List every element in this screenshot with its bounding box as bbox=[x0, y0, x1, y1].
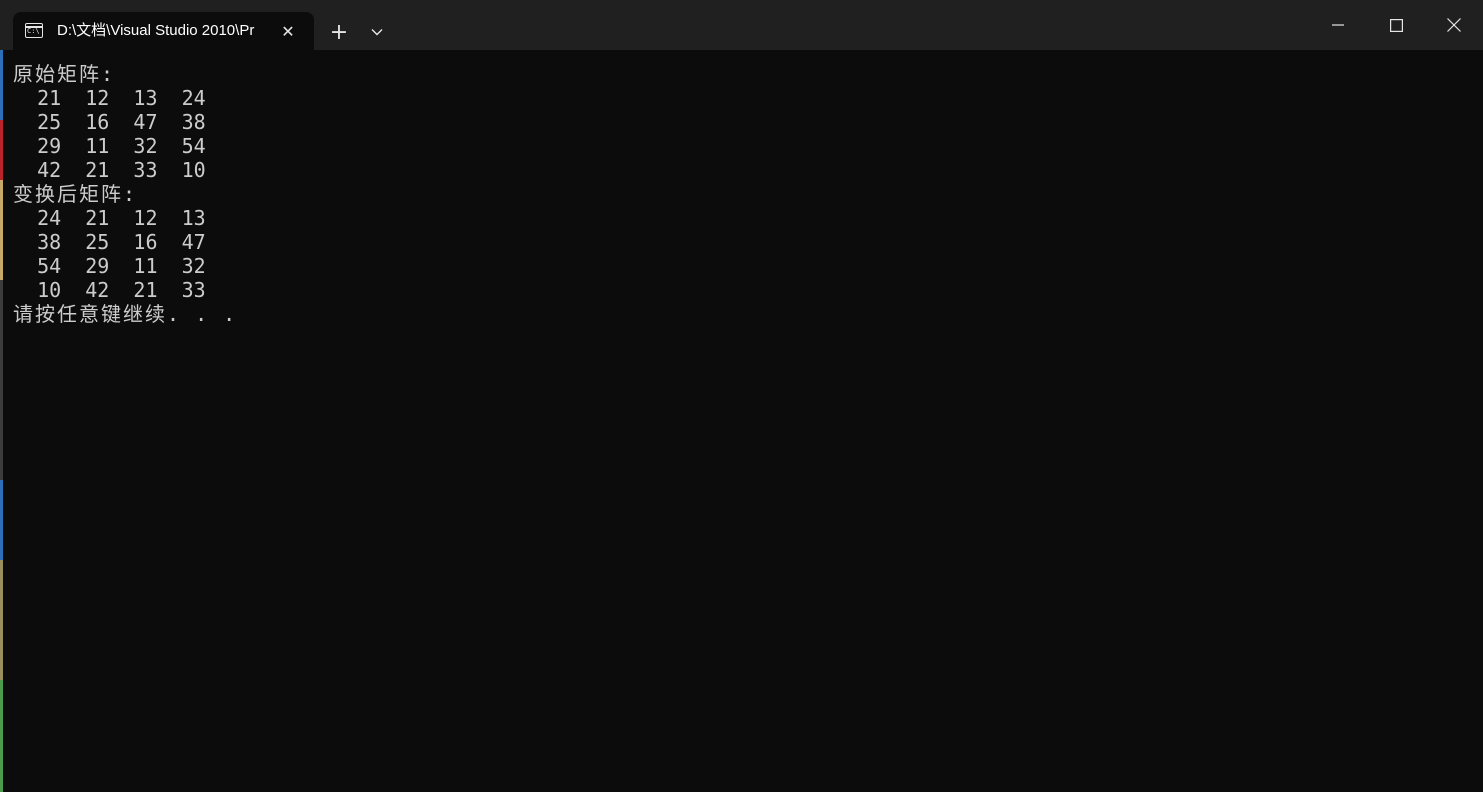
console-line-original-heading: 原始矩阵: bbox=[13, 62, 116, 86]
console-line-matrix-row: 25 16 47 38 bbox=[13, 110, 206, 134]
console-line-press-any-key: 请按任意键继续. . . bbox=[13, 302, 238, 326]
console-line-matrix-row: 29 11 32 54 bbox=[13, 134, 206, 158]
terminal-icon-glyph: C:\ bbox=[27, 27, 40, 35]
console-line-matrix-row: 10 42 21 33 bbox=[13, 278, 206, 302]
console-line-matrix-row: 38 25 16 47 bbox=[13, 230, 206, 254]
title-bar[interactable]: C:\ D:\文档\Visual Studio 2010\Pr ✕ + bbox=[0, 0, 1483, 50]
minimize-button[interactable] bbox=[1309, 0, 1367, 50]
console-output[interactable]: 原始矩阵: 21 12 13 24 25 16 47 38 29 11 32 5… bbox=[3, 50, 1483, 792]
maximize-icon bbox=[1389, 18, 1403, 32]
console-line-matrix-row: 21 12 13 24 bbox=[13, 86, 206, 110]
chevron-down-icon bbox=[371, 29, 383, 36]
console-line-matrix-row: 42 21 33 10 bbox=[13, 158, 206, 182]
minimize-icon bbox=[1332, 24, 1344, 26]
maximize-button[interactable] bbox=[1367, 0, 1425, 50]
terminal-icon: C:\ bbox=[25, 23, 43, 38]
plus-icon: + bbox=[329, 19, 349, 45]
close-window-button[interactable] bbox=[1425, 0, 1483, 50]
tab-dropdown-button[interactable] bbox=[364, 19, 390, 45]
close-tab-button[interactable]: ✕ bbox=[277, 20, 299, 42]
tab-title: D:\文档\Visual Studio 2010\Pr bbox=[57, 22, 255, 39]
tab-console[interactable]: C:\ D:\文档\Visual Studio 2010\Pr ✕ bbox=[13, 12, 314, 50]
new-tab-button[interactable]: + bbox=[326, 19, 352, 45]
console-line-transformed-heading: 变换后矩阵: bbox=[13, 182, 138, 206]
terminal-window: C:\ D:\文档\Visual Studio 2010\Pr ✕ + 原始矩阵… bbox=[0, 0, 1483, 792]
close-icon bbox=[1447, 18, 1461, 32]
console-line-matrix-row: 54 29 11 32 bbox=[13, 254, 206, 278]
close-icon: ✕ bbox=[281, 21, 295, 41]
console-line-matrix-row: 24 21 12 13 bbox=[13, 206, 206, 230]
